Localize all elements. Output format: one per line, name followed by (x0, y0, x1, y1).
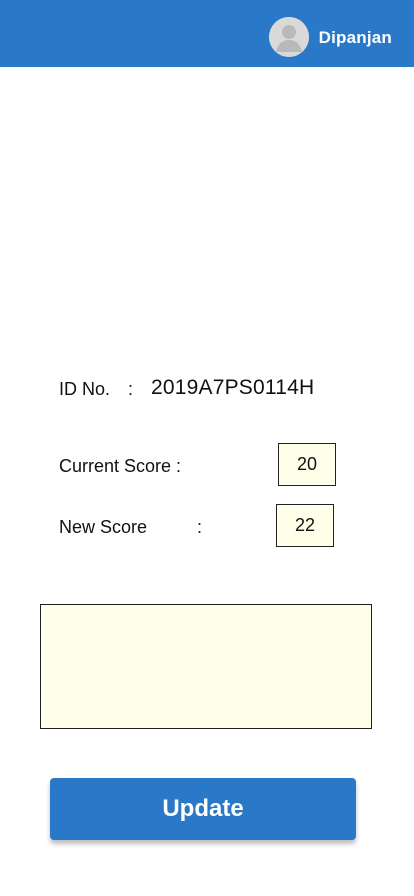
new-score-input[interactable]: 22 (276, 504, 334, 547)
id-label: ID No. (59, 379, 111, 399)
current-score-label: Current Score : (59, 456, 182, 476)
user-avatar-icon[interactable] (268, 17, 309, 57)
top-bar: Dipanjan (0, 0, 414, 67)
username-label[interactable]: Dipanjan (319, 29, 392, 46)
new-score-label: New Score (59, 517, 148, 537)
current-score-field: 20 (278, 443, 336, 486)
user-profile-chip[interactable]: Dipanjan (268, 17, 392, 57)
update-button[interactable]: Update (50, 778, 356, 840)
student-id-value: 2019A7PS0114H (151, 376, 315, 399)
new-score-separator: : (197, 517, 203, 537)
comment-textarea[interactable] (40, 604, 372, 729)
id-separator: : (128, 379, 134, 399)
